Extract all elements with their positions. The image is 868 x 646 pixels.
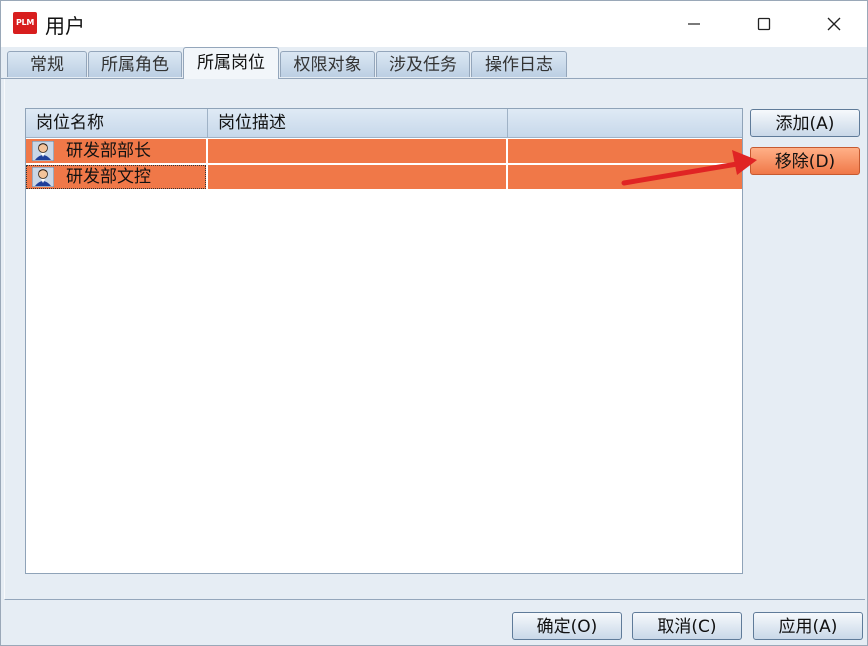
minimize-button[interactable] xyxy=(661,1,727,47)
maximize-icon xyxy=(757,17,771,31)
table-row[interactable]: 研发部文控 xyxy=(26,165,742,190)
cancel-button[interactable]: 取消(C) xyxy=(632,612,742,640)
position-name-cell[interactable]: 研发部部长 xyxy=(26,139,206,163)
column-header-empty[interactable] xyxy=(508,109,742,137)
maximize-button[interactable] xyxy=(731,1,797,47)
user-icon xyxy=(32,141,54,161)
tab-permission-objects[interactable]: 权限对象 xyxy=(280,51,375,77)
apply-button[interactable]: 应用(A) xyxy=(753,612,863,640)
tab-operation-log[interactable]: 操作日志 xyxy=(471,51,567,77)
tab-related-tasks[interactable]: 涉及任务 xyxy=(376,51,470,77)
title-bar[interactable]: PLM 用户 xyxy=(1,1,867,47)
position-description-cell[interactable] xyxy=(208,165,506,189)
close-icon xyxy=(827,17,841,31)
column-header-position-description[interactable]: 岗位描述 xyxy=(208,109,508,137)
close-button[interactable] xyxy=(801,1,867,47)
position-name-text: 研发部文控 xyxy=(66,167,151,187)
user-icon xyxy=(32,167,54,187)
position-list[interactable]: 岗位名称 岗位描述 研发部部长 研发部文控 xyxy=(25,108,743,574)
table-row[interactable]: 研发部部长 xyxy=(26,139,742,164)
position-name-text: 研发部部长 xyxy=(66,141,151,161)
ok-button[interactable]: 确定(O) xyxy=(512,612,622,640)
tab-roles[interactable]: 所属角色 xyxy=(88,51,182,77)
column-header-position-name[interactable]: 岗位名称 xyxy=(26,109,208,137)
tab-strip: 常规 所属角色 所属岗位 权限对象 涉及任务 操作日志 xyxy=(1,47,867,79)
position-description-cell[interactable] xyxy=(208,139,506,163)
tab-positions[interactable]: 所属岗位 xyxy=(183,47,279,79)
add-button[interactable]: 添加(A) xyxy=(750,109,860,137)
position-extra-cell[interactable] xyxy=(508,165,742,189)
list-header: 岗位名称 岗位描述 xyxy=(26,109,742,138)
remove-button[interactable]: 移除(D) xyxy=(750,147,860,175)
minimize-icon xyxy=(688,23,700,25)
user-dialog-window: PLM 用户 常规 所属角色 所属岗位 权限对象 涉及任务 操作日志 岗位名称 … xyxy=(0,0,868,646)
plm-app-icon: PLM xyxy=(13,12,37,34)
position-name-cell[interactable]: 研发部文控 xyxy=(26,165,206,189)
tab-general[interactable]: 常规 xyxy=(7,51,87,77)
window-title: 用户 xyxy=(45,14,85,38)
position-extra-cell[interactable] xyxy=(508,139,742,163)
